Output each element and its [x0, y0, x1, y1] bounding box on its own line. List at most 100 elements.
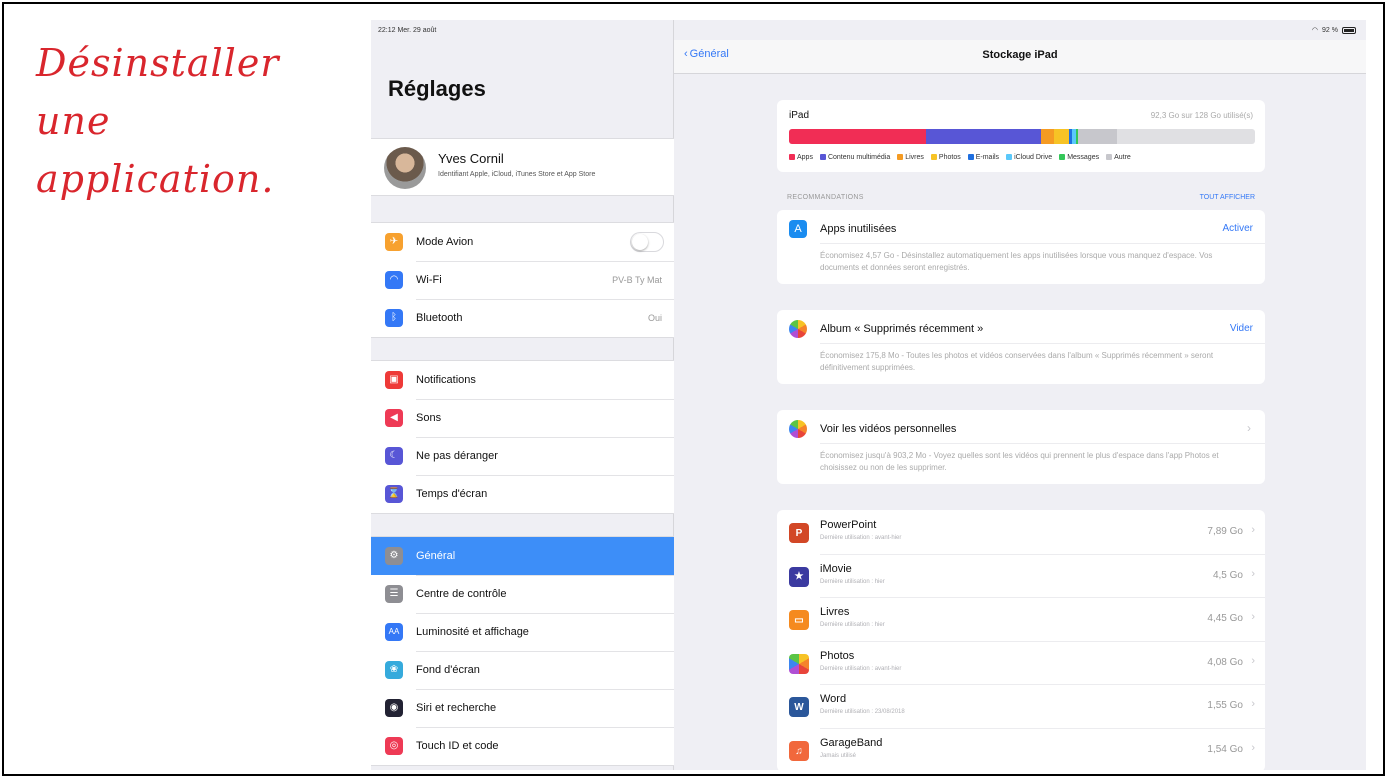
- divider: [820, 443, 1265, 444]
- caption-line-2: une: [36, 99, 111, 143]
- sidebar-item-fond-ecran[interactable]: ❀ Fond d'écran: [371, 651, 674, 689]
- sound-icon: ◀: [385, 409, 403, 427]
- sidebar-item-label: Bluetooth: [416, 312, 463, 324]
- recommendation-title: Voir les vidéos personnelles: [820, 423, 957, 435]
- status-time: 22:12 Mer. 29 août: [378, 27, 437, 34]
- app-name: PowerPoint: [820, 519, 877, 531]
- app-size: 4,08 Go: [1207, 656, 1243, 668]
- chevron-right-icon: ›: [1251, 742, 1255, 754]
- legend-swatch: [789, 154, 795, 160]
- airplane-mode-toggle[interactable]: [630, 232, 664, 252]
- app-size: 4,5 Go: [1212, 569, 1243, 581]
- app-last-used: Dernière utilisation : 23/08/2018: [820, 709, 905, 716]
- chevron-right-icon: ›: [1251, 654, 1255, 667]
- control-center-icon: ☰: [385, 585, 403, 603]
- sidebar-item-general[interactable]: ⚙ Général: [371, 537, 674, 575]
- ipad-screen: Réglages Yves Cornil Identifiant Apple, …: [371, 20, 1366, 770]
- app-last-used: Dernière utilisation : hier: [820, 578, 885, 585]
- app-name: GarageBand: [820, 737, 883, 749]
- app-row-powerpoint[interactable]: P PowerPoint Dernière utilisation : avant-…: [777, 510, 1265, 554]
- app-name: Photos: [820, 649, 855, 662]
- status-right: ◠ 92 %: [1312, 26, 1356, 34]
- sidebar-item-wifi[interactable]: ◠ Wi-Fi PV-B Ty Mat: [371, 261, 674, 299]
- profile-subtitle: Identifiant Apple, iCloud, iTunes Store …: [438, 171, 596, 178]
- status-bar: 22:12 Mer. 29 août ◠ 92 %: [371, 20, 1366, 42]
- app-last-used: Dernière utilisation : avant-hier: [820, 535, 902, 541]
- legend-label: E-mails: [975, 154, 1000, 161]
- app-last-used: Dernière utilisation : hier: [820, 622, 885, 629]
- legend-label: Livres: [905, 154, 924, 161]
- photos-icon: [789, 320, 807, 338]
- recommendation-title: Album « Supprimés récemment »: [820, 323, 984, 335]
- word-icon: W: [789, 697, 809, 718]
- chevron-right-icon: ›: [1247, 421, 1251, 435]
- legend-label: Photos: [938, 154, 961, 161]
- chevron-right-icon: ›: [1251, 698, 1255, 711]
- caption-line-3: application.: [36, 157, 275, 201]
- siri-icon: ◉: [385, 699, 403, 717]
- enable-offload-button[interactable]: Activer: [1222, 223, 1253, 234]
- sidebar-item-sons[interactable]: ◀ Sons: [371, 399, 674, 437]
- settings-group-notifications: ▣ Notifications ◀ Sons ☾ Ne pas déranger…: [371, 360, 674, 514]
- apps-list: P PowerPoint Dernière utilisation : avant-…: [777, 510, 1265, 770]
- navigation-bar: ‹ Général Stockage iPad: [674, 40, 1366, 74]
- empty-album-button[interactable]: Vider: [1230, 323, 1253, 334]
- sidebar-item-ne-pas-deranger[interactable]: ☾ Ne pas déranger: [371, 437, 674, 475]
- settings-group-connectivity: ✈ Mode Avion ◠ Wi-Fi PV-B Ty Mat ᛒ Bluet…: [371, 222, 674, 338]
- legend-swatch: [1059, 154, 1066, 160]
- battery-percent: 92 %: [1322, 26, 1338, 34]
- app-store-icon: A: [789, 220, 807, 238]
- sidebar-item-touch-id[interactable]: ◎ Touch ID et code: [371, 727, 674, 765]
- wifi-icon: ◠: [385, 271, 403, 289]
- app-row-garageband[interactable]: ♫ GarageBand Jamais utilisé 1,54 Go ›: [777, 728, 1265, 770]
- apple-id-profile[interactable]: Yves Cornil Identifiant Apple, iCloud, i…: [371, 138, 674, 196]
- sidebar-item-temps-ecran[interactable]: ⌛ Temps d'écran: [371, 475, 674, 513]
- sidebar-item-centre-controle[interactable]: ☰ Centre de contrôle: [371, 575, 674, 613]
- sidebar-item-label: Ne pas déranger: [416, 450, 498, 462]
- legend-label: Apps: [797, 154, 813, 161]
- recommendation-title: Apps inutilisées: [820, 223, 897, 235]
- settings-group-general: ⚙ Général ☰ Centre de contrôle AA Lumino…: [371, 536, 674, 766]
- legend-item: Contenu multimédia: [819, 154, 891, 161]
- books-icon: ▭: [789, 610, 809, 631]
- legend-swatch: [1106, 154, 1113, 160]
- app-row-livres[interactable]: ▭ Livres Dernière utilisation : hier 4,45 G…: [777, 597, 1265, 641]
- chevron-right-icon: ›: [1251, 567, 1255, 580]
- sidebar-title: Réglages: [388, 76, 486, 101]
- gear-icon: ⚙: [385, 547, 403, 565]
- sidebar-item-label: Wi-Fi: [416, 274, 442, 286]
- chevron-right-icon: ›: [1251, 611, 1255, 624]
- app-row-imovie[interactable]: ★ iMovie Dernière utilisation : hier 4,5 Go…: [777, 553, 1265, 598]
- legend-label: Contenu multimédia: [827, 154, 891, 161]
- legend-swatch: [1006, 154, 1013, 160]
- sidebar-item-bluetooth[interactable]: ᛒ Bluetooth Oui: [371, 299, 674, 337]
- legend-item: E-mails: [967, 154, 1000, 161]
- app-row-photos[interactable]: Photos Dernière utilisation : avant-hier 4…: [777, 640, 1265, 685]
- app-last-used: Dernière utilisation : avant-hier: [820, 665, 902, 672]
- brightness-icon: AA: [385, 623, 403, 641]
- photos-icon: [789, 653, 809, 674]
- show-all-link[interactable]: TOUT AFFICHER: [1200, 194, 1255, 201]
- app-name: Livres: [820, 606, 850, 619]
- storage-summary: iPad 92,3 Go sur 128 Go utilisé(s) Apps C…: [777, 100, 1265, 172]
- sidebar-item-mode-avion[interactable]: ✈ Mode Avion: [371, 223, 674, 261]
- moon-icon: ☾: [385, 447, 403, 465]
- sidebar-item-label: Luminosité et affichage: [416, 626, 529, 638]
- app-name: iMovie: [820, 562, 852, 575]
- app-size: 1,54 Go: [1207, 744, 1243, 755]
- settings-sidebar: Réglages Yves Cornil Identifiant Apple, …: [371, 20, 674, 770]
- sidebar-item-label: Général: [416, 550, 456, 562]
- sidebar-item-notifications[interactable]: ▣ Notifications: [371, 361, 674, 399]
- sidebar-item-luminosite[interactable]: AA Luminosité et affichage: [371, 613, 674, 651]
- slide-caption: Désinstaller une application.: [36, 34, 356, 208]
- sidebar-item-siri[interactable]: ◉ Siri et recherche: [371, 689, 674, 727]
- storage-used: 92,3 Go sur 128 Go utilisé(s): [1150, 111, 1253, 120]
- legend-swatch: [897, 154, 904, 160]
- legend-swatch: [819, 154, 826, 160]
- bluetooth-icon: ᛒ: [385, 309, 403, 327]
- app-name: Word: [820, 693, 847, 706]
- imovie-icon: ★: [789, 566, 809, 587]
- recommendation-personal-videos[interactable]: Voir les vidéos personnelles › Économise…: [777, 410, 1265, 484]
- app-row-word[interactable]: W Word Dernière utilisation : 23/08/2018 1,…: [777, 684, 1265, 728]
- battery-icon: [1342, 26, 1356, 34]
